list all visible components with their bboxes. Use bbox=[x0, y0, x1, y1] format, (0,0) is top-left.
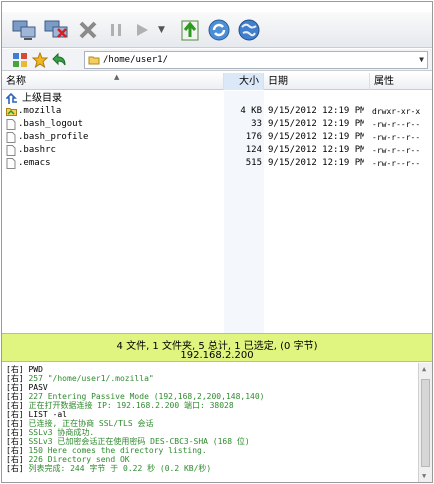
path-value: /home/user1/ bbox=[103, 55, 169, 65]
log-line: [右] PASV bbox=[6, 383, 48, 392]
log-line: [右] LIST -al bbox=[6, 410, 67, 419]
back-arrow-icon[interactable] bbox=[52, 52, 68, 68]
file-permissions: -rw-r--r-- bbox=[372, 146, 421, 155]
globe-icon[interactable] bbox=[235, 16, 263, 44]
table-row[interactable]: .mozilla 4 KB 9/15/2012 12:19 PM drwxr-x… bbox=[2, 105, 432, 118]
scroll-up-icon[interactable]: ▲ bbox=[422, 365, 426, 373]
table-row[interactable]: .bashrc 124 9/15/2012 12:19 PM -rw-r--r-… bbox=[2, 144, 432, 157]
log-line: [右] 正在打开数据连接 IP: 192.168.2.200 端口: 38028 bbox=[6, 401, 234, 410]
scroll-down-icon[interactable]: ▼ bbox=[422, 472, 426, 480]
file-icon bbox=[6, 158, 16, 169]
refresh-icon[interactable] bbox=[205, 16, 233, 44]
table-row[interactable]: .bash_profile 176 9/15/2012 12:19 PM -rw… bbox=[2, 131, 432, 144]
log-panel: [右] PWD [右] 257 "/home/user1/.mozilla" [… bbox=[2, 363, 432, 482]
file-size: 515 bbox=[245, 158, 262, 168]
file-date: 9/15/2012 12:19 PM bbox=[268, 132, 364, 142]
folder-icon bbox=[6, 106, 17, 117]
file-date: 9/15/2012 12:19 PM bbox=[268, 119, 364, 129]
column-permissions[interactable]: 属性 bbox=[370, 73, 432, 90]
log-line: [右] 150 Here comes the directory listing… bbox=[6, 446, 207, 455]
file-name: .emacs bbox=[18, 158, 51, 168]
list-item-parent-dir[interactable]: 上级目录 bbox=[2, 92, 432, 105]
disconnect-icon[interactable] bbox=[42, 16, 70, 44]
scrollbar-thumb[interactable] bbox=[421, 379, 430, 467]
file-date: 9/15/2012 12:19 PM bbox=[268, 158, 364, 168]
file-name: .bashrc bbox=[18, 145, 56, 155]
chevron-down-icon[interactable]: ▼ bbox=[158, 25, 165, 35]
log-line: [右] SSLv3 协商成功. bbox=[6, 428, 95, 437]
column-name[interactable]: 名称 bbox=[2, 73, 224, 90]
connect-icon[interactable] bbox=[10, 16, 38, 44]
log-line: [右] 已连接, 正在协商 SSL/TLS 会话 bbox=[6, 419, 154, 428]
up-arrow-icon bbox=[5, 92, 17, 104]
folder-icon bbox=[88, 54, 100, 69]
log-line: [右] 列表完成: 244 字节 于 0.22 秒 (0.2 KB/秒) bbox=[6, 464, 212, 473]
column-date[interactable]: 日期 bbox=[264, 73, 370, 90]
file-icon bbox=[6, 119, 16, 130]
file-icon bbox=[6, 145, 16, 156]
pause-icon[interactable] bbox=[102, 16, 130, 44]
table-row[interactable]: .emacs 515 9/15/2012 12:19 PM -rw-r--r-- bbox=[2, 157, 432, 170]
log-line: [右] SSLv3 已加密会话正在使用密码 DES-CBC3-SHA (168 … bbox=[6, 437, 250, 446]
log-line: [右] 257 "/home/user1/.mozilla" bbox=[6, 374, 154, 383]
site-manager-icon[interactable] bbox=[12, 52, 28, 68]
toolbar: ▼ bbox=[2, 12, 432, 48]
parent-dir-label: 上级目录 bbox=[22, 93, 62, 104]
chevron-down-icon[interactable]: ▼ bbox=[419, 55, 424, 64]
log-line: [右] 227 Entering Passive Mode (192,168,2… bbox=[6, 392, 265, 401]
file-permissions: -rw-r--r-- bbox=[372, 159, 421, 168]
file-name: .bash_logout bbox=[18, 119, 84, 129]
play-icon[interactable] bbox=[128, 16, 156, 44]
upload-icon[interactable] bbox=[176, 16, 204, 44]
file-list: 上级目录 .mozilla 4 KB 9/15/2012 12:19 PM dr… bbox=[2, 91, 432, 333]
log-line: [右] 226 Directory send OK bbox=[6, 455, 130, 464]
file-size: 124 bbox=[245, 145, 262, 155]
file-permissions: -rw-r--r-- bbox=[372, 133, 421, 142]
log-scrollbar[interactable]: ▲ ▼ bbox=[418, 363, 432, 482]
log-line: [右] PWD bbox=[6, 365, 43, 374]
file-name: .mozilla bbox=[18, 106, 62, 116]
file-permissions: drwxr-xr-x bbox=[372, 107, 421, 116]
file-size: 4 KB bbox=[240, 106, 262, 116]
table-row[interactable]: .bash_logout 33 9/15/2012 12:19 PM -rw-r… bbox=[2, 118, 432, 131]
column-header: 名称 ▲ 大小 日期 属性 bbox=[2, 73, 432, 90]
path-bar: /home/user1/ ▼ bbox=[2, 49, 432, 71]
file-size: 33 bbox=[251, 119, 262, 129]
status-bar: 4 文件, 1 文件夹, 5 总计, 1 已选定, (0 字节) 192.168… bbox=[2, 333, 432, 362]
cancel-icon[interactable] bbox=[74, 16, 102, 44]
column-size[interactable]: 大小 bbox=[224, 73, 264, 90]
file-size: 176 bbox=[245, 132, 262, 142]
file-date: 9/15/2012 12:19 PM bbox=[268, 106, 364, 116]
file-icon bbox=[6, 132, 16, 143]
file-date: 9/15/2012 12:19 PM bbox=[268, 145, 364, 155]
file-name: .bash_profile bbox=[18, 132, 89, 142]
file-permissions: -rw-r--r-- bbox=[372, 120, 421, 129]
ftp-window: ▼ /home/user1/ ▼ 名称 ▲ 大小 日期 属性 上级目录 .moz… bbox=[1, 1, 433, 483]
path-input[interactable]: /home/user1/ ▼ bbox=[84, 51, 428, 69]
sort-arrow-icon: ▲ bbox=[114, 73, 120, 81]
star-icon[interactable] bbox=[32, 52, 48, 68]
status-host: 192.168.2.200 bbox=[180, 350, 254, 361]
